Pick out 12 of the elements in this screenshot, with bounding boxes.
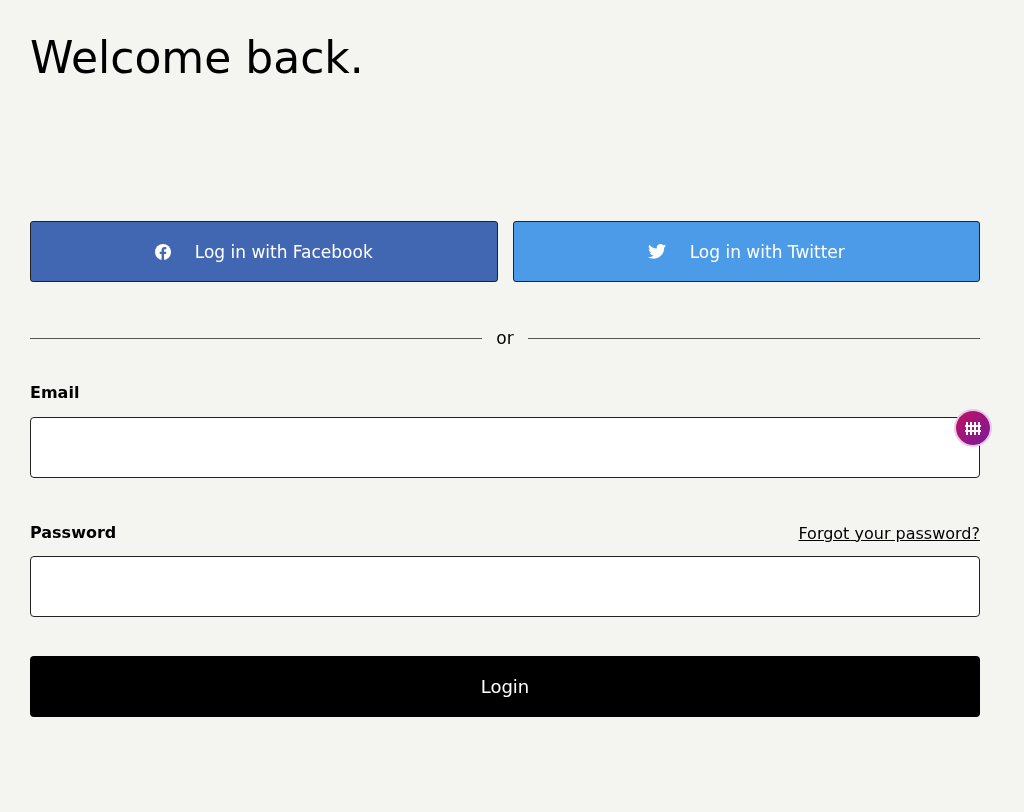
- login-button[interactable]: Login: [30, 656, 980, 717]
- bird-icon: [647, 244, 666, 259]
- fence-icon[interactable]: [956, 411, 990, 445]
- social-login-button[interactable]: Log in with Facebook: [30, 221, 498, 282]
- password-field[interactable]: [30, 556, 980, 617]
- forgot-password-link[interactable]: Forgot your password?: [798, 523, 980, 543]
- field-label: Password: [30, 523, 117, 543]
- email-field[interactable]: [30, 417, 980, 478]
- page-title: Welcome back.: [30, 31, 364, 85]
- facebook-icon: [154, 243, 171, 260]
- field-label: Email: [30, 383, 81, 403]
- divider-text: or: [496, 328, 514, 348]
